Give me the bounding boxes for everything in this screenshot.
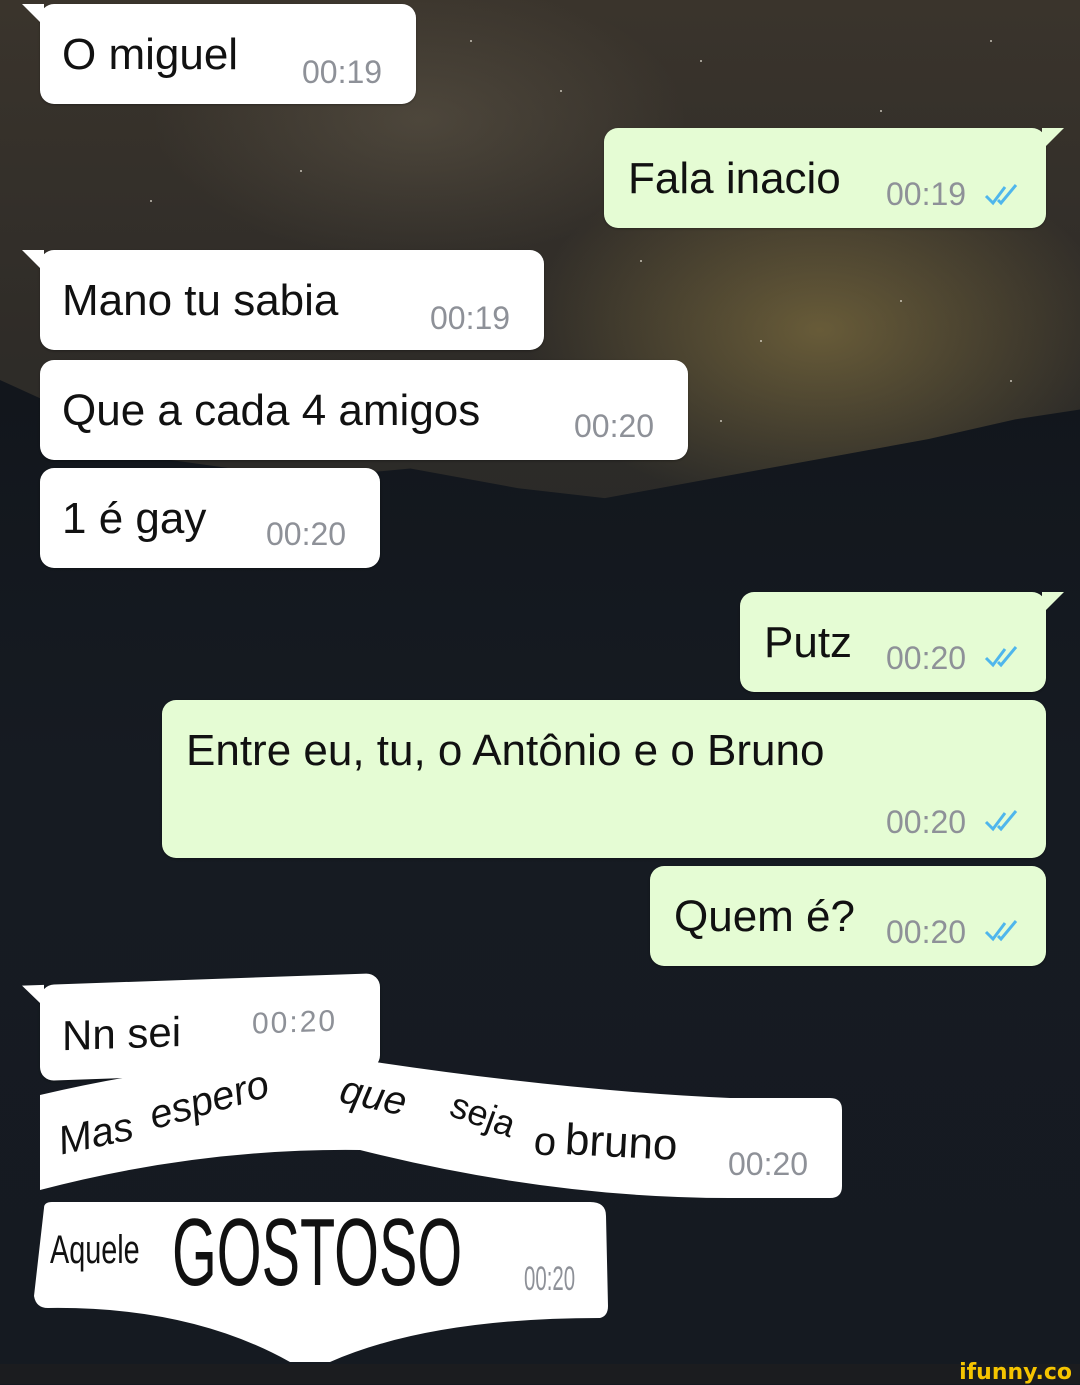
- message-text-part: GOSTOSO: [172, 1199, 463, 1306]
- message-text: Mano tu sabia: [62, 276, 339, 325]
- message-time: 00:19: [886, 176, 967, 212]
- message-time: 00:19: [302, 54, 383, 90]
- wallpaper-star: [1010, 380, 1012, 382]
- message-text: Entre eu, tu, o Antônio e o Bruno: [186, 726, 825, 775]
- message-time: 00:20: [574, 408, 655, 444]
- message-text-part: Aquele: [50, 1228, 140, 1272]
- double-check-icon: [984, 920, 1018, 942]
- message-text: Que a cada 4 amigos: [62, 386, 481, 435]
- message-text: Quem é?: [674, 892, 855, 941]
- wallpaper-star: [760, 340, 762, 342]
- message-time: 00:20: [266, 516, 347, 552]
- wallpaper-star: [900, 300, 902, 302]
- message-bubble-outgoing[interactable]: Putz 00:20: [740, 592, 1064, 692]
- wallpaper-star: [640, 260, 642, 262]
- message-bubble-outgoing[interactable]: Entre eu, tu, o Antônio e o Bruno 00:20: [162, 700, 1046, 858]
- wallpaper-star: [990, 40, 992, 42]
- wallpaper-star: [150, 200, 152, 202]
- message-text-part: o: [531, 1118, 559, 1166]
- wallpaper-star: [300, 170, 302, 172]
- message-text: Putz: [764, 618, 853, 667]
- message-bubble-outgoing[interactable]: Quem é? 00:20: [650, 866, 1046, 966]
- message-text: O miguel: [62, 30, 239, 79]
- message-bubble-incoming[interactable]: O miguel 00:19: [22, 4, 416, 104]
- watermark-bar: [0, 1364, 1080, 1384]
- message-time: 00:20: [524, 1260, 576, 1298]
- message-time: 00:19: [430, 300, 511, 336]
- double-check-icon: [984, 646, 1018, 668]
- message-time: 00:20: [886, 640, 967, 676]
- wallpaper-star: [880, 110, 882, 112]
- message-text: 1 é gay: [62, 494, 207, 543]
- double-check-icon: [984, 810, 1018, 832]
- message-bubble-incoming[interactable]: 1 é gay 00:20: [40, 468, 380, 568]
- message-time: 00:20: [886, 804, 967, 840]
- message-time: 00:20: [728, 1146, 809, 1182]
- wallpaper-star: [720, 420, 722, 422]
- wallpaper-star: [700, 60, 702, 62]
- message-bubble-incoming[interactable]: Mano tu sabia 00:19: [22, 250, 544, 350]
- message-bubble-incoming[interactable]: Que a cada 4 amigos 00:20: [40, 360, 688, 460]
- message-time: 00:20: [886, 914, 967, 950]
- message-text: Fala inacio: [628, 154, 841, 203]
- message-text-part: bruno: [563, 1115, 679, 1170]
- wallpaper-star: [470, 40, 472, 42]
- message-bubble-outgoing[interactable]: Fala inacio 00:19: [604, 128, 1064, 228]
- double-check-icon: [984, 184, 1018, 206]
- wallpaper-star: [560, 90, 562, 92]
- ifunny-watermark: ifunny.co: [959, 1360, 1072, 1385]
- message-time: 00:20: [252, 1004, 338, 1041]
